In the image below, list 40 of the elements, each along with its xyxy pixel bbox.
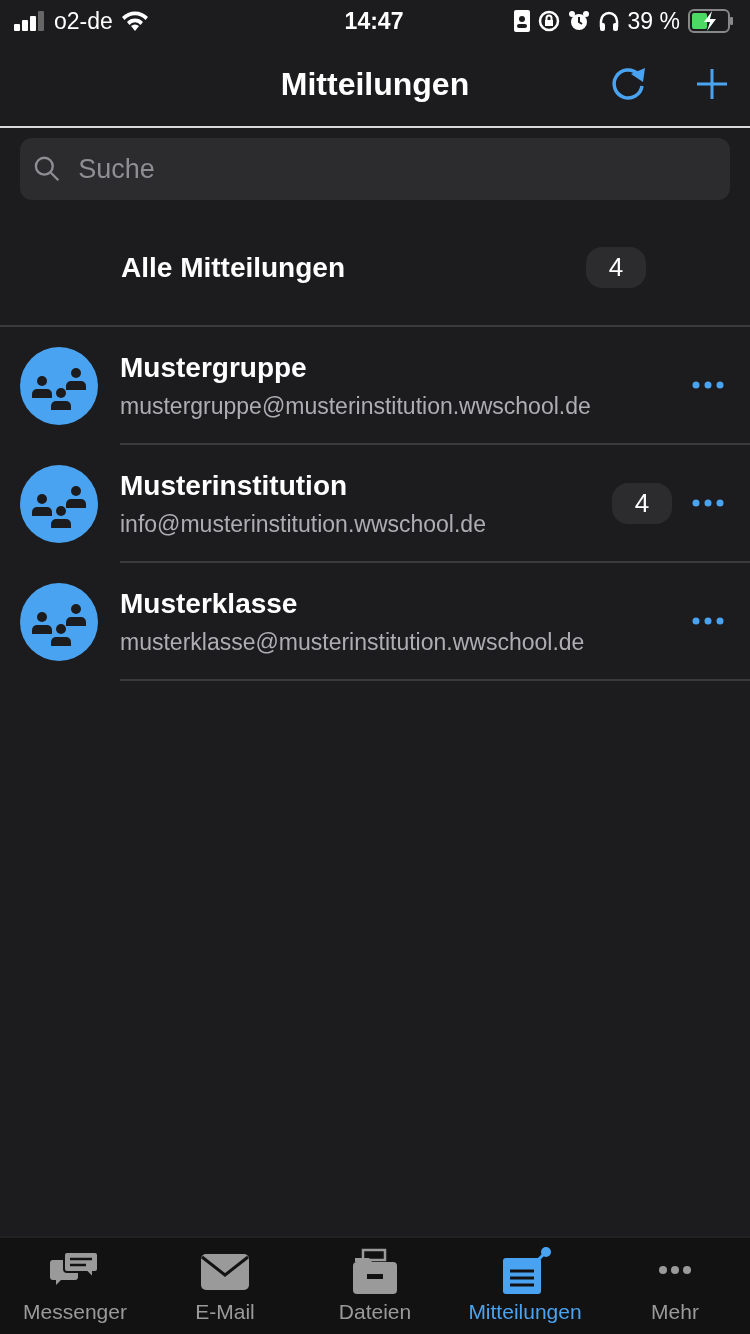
carrier-name: o2-de	[54, 6, 113, 36]
signal-icon	[14, 11, 46, 31]
all-notices-row[interactable]: Alle Mitteilungen 4	[0, 210, 750, 327]
search-icon	[34, 155, 61, 183]
group-email: info@musterinstitution.wwschool.de	[120, 509, 487, 539]
group-email: musterklasse@musterinstitution.wwschool.de	[120, 627, 586, 657]
group-row[interactable]: Mustergruppe mustergruppe@musterinstitution.wwschool.de	[0, 327, 750, 445]
group-avatar-icon	[20, 347, 98, 425]
tab-item[interactable]: E-Mail	[150, 1238, 300, 1334]
alarm-icon	[567, 10, 590, 32]
battery-percent: 39 %	[627, 6, 680, 36]
group-name: Mustergruppe	[120, 350, 308, 385]
group-name: Musterinstitution	[120, 468, 349, 503]
id-card-icon	[513, 10, 530, 32]
more-options-icon[interactable]	[692, 617, 724, 625]
wifi-icon	[120, 11, 149, 31]
clock-time: 14:47	[344, 6, 404, 36]
rotation-lock-icon	[537, 10, 560, 32]
more-icon	[658, 1265, 692, 1275]
group-avatar-icon	[20, 465, 98, 543]
group-row[interactable]: Musterklasse musterklasse@musterinstitution.wwschool.de	[0, 563, 750, 681]
group-name: Musterklasse	[120, 586, 299, 621]
battery-icon	[688, 9, 734, 33]
screen-title: Mitteilungen	[280, 65, 470, 104]
headphones-icon	[597, 10, 620, 32]
tab-item[interactable]: Mitteilungen	[450, 1238, 600, 1334]
more-options-icon[interactable]	[692, 499, 724, 507]
group-avatar-icon	[20, 583, 98, 661]
more-options-icon[interactable]	[692, 381, 724, 389]
group-row[interactable]: Musterinstitution info@musterinstitution.wwschool.de 4	[0, 445, 750, 563]
add-icon[interactable]	[696, 68, 728, 100]
tab-item[interactable]: Messenger	[0, 1238, 150, 1334]
tab-item[interactable]: Dateien	[300, 1238, 450, 1334]
search-input[interactable]: Suche	[76, 147, 716, 191]
count-badge: 4	[612, 482, 672, 524]
all-notices-label: Alle Mitteilungen	[121, 250, 345, 285]
tab-item[interactable]: Mehr	[600, 1238, 750, 1334]
count-badge: 4	[586, 247, 646, 288]
search-field[interactable]: Suche	[20, 138, 730, 200]
group-email: mustergruppe@musterinstitution.wwschool.de	[120, 391, 592, 421]
